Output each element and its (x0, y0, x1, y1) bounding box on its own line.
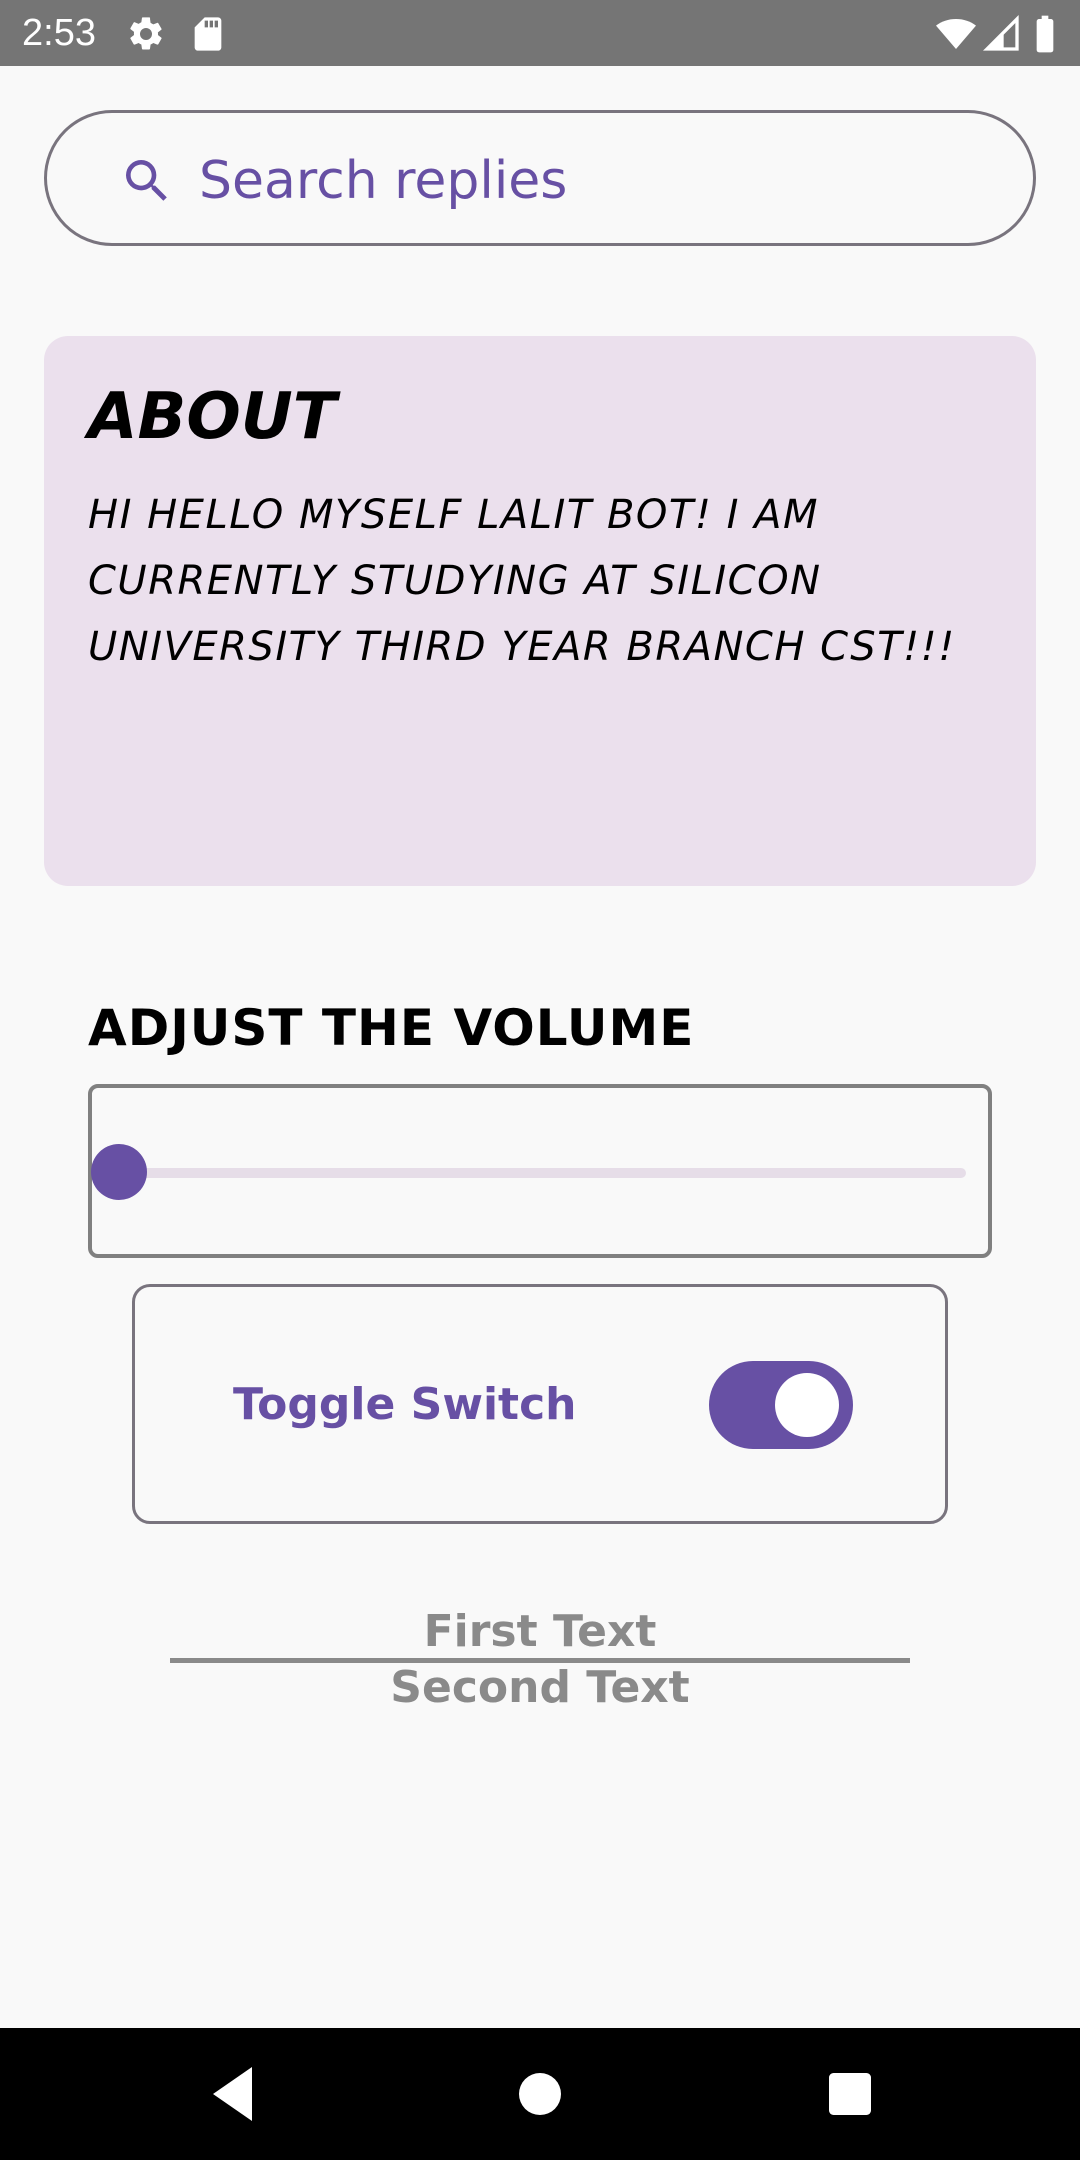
search-icon (119, 153, 175, 209)
battery-icon (1030, 14, 1070, 54)
about-title: ABOUT (88, 380, 337, 454)
signal-icon (982, 14, 1022, 54)
back-icon[interactable] (198, 2058, 270, 2130)
recents-icon[interactable] (814, 2058, 886, 2130)
navigation-bar (0, 2028, 1080, 2160)
volume-slider-container (88, 1084, 992, 1258)
volume-slider-track[interactable] (118, 1168, 966, 1178)
second-text: Second Text (390, 1662, 690, 1713)
toggle-card: Toggle Switch (132, 1284, 948, 1524)
status-bar: 2:53 (0, 0, 1080, 66)
search-input[interactable]: Search replies (199, 151, 567, 211)
sd-card-icon (188, 14, 228, 54)
home-icon[interactable] (504, 2058, 576, 2130)
volume-slider-thumb[interactable] (91, 1144, 147, 1200)
volume-label: ADJUST THE VOLUME (88, 999, 695, 1057)
search-bar[interactable]: Search replies (44, 110, 1036, 246)
wifi-icon (936, 14, 976, 54)
settings-icon (126, 14, 166, 54)
about-body: HI HELLO MYSELF LALIT BOT! I AM CURRENTL… (88, 492, 956, 670)
first-text: First Text (423, 1606, 657, 1657)
about-card: ABOUT HI HELLO MYSELF LALIT BOT! I AM CU… (44, 336, 1036, 886)
toggle-label: Toggle Switch (233, 1379, 577, 1430)
toggle-switch[interactable] (709, 1361, 853, 1449)
status-time: 2:53 (22, 12, 96, 54)
toggle-knob (775, 1373, 839, 1437)
app-screen: 2:53 Search replies ABOUT HI HELLO MYSEL… (0, 0, 1080, 2160)
